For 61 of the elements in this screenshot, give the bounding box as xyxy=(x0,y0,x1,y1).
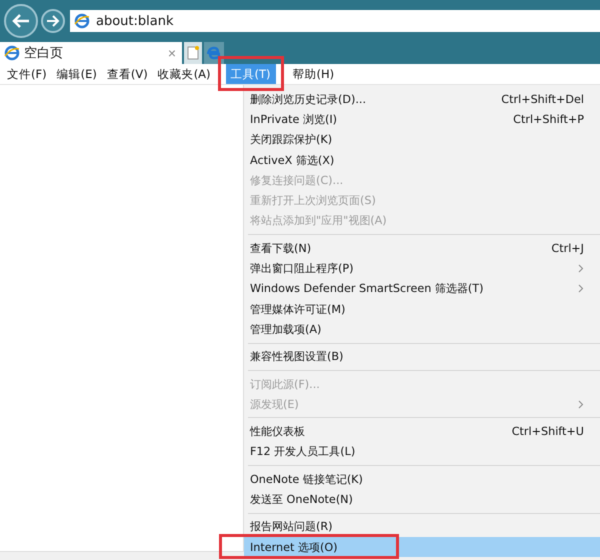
menu-item-label: 报告网站问题(R) xyxy=(250,519,333,534)
menu-item[interactable]: 关闭跟踪保护(K) xyxy=(244,130,600,150)
menu-item-label: Windows Defender SmartScreen 筛选器(T) xyxy=(250,281,484,296)
menu-item-label: 删除浏览历史记录(D)... xyxy=(250,92,366,107)
left-arrow-icon xyxy=(11,13,31,29)
menu-bar-item[interactable]: 文件(F) xyxy=(2,64,52,84)
menu-item-label: InPrivate 浏览(I) xyxy=(250,112,337,127)
browser-tab[interactable]: 空白页 × xyxy=(0,42,182,64)
menu-item[interactable]: 删除浏览历史记录(D)... Ctrl+Shift+Del xyxy=(244,89,600,110)
address-field[interactable]: about:blank xyxy=(70,10,600,32)
browser-logo-icon xyxy=(4,45,20,61)
menu-item[interactable]: 兼容性视图设置(B) xyxy=(244,346,600,367)
shortcut-text: Ctrl+Shift+Del xyxy=(501,92,584,106)
tab-title: 空白页 xyxy=(24,45,64,62)
menu-item[interactable]: 发送至 OneNote(N) xyxy=(244,489,600,510)
menu-item[interactable]: 报告网站问题(R) xyxy=(244,516,600,537)
menu-bar-item[interactable]: 查看(V) xyxy=(102,64,153,84)
shortcut-text: Ctrl+Shift+P xyxy=(513,112,584,126)
shortcut-text: Ctrl+Shift+U xyxy=(512,425,584,438)
menu-bar-item[interactable]: 帮助(H) xyxy=(288,64,340,84)
menu-item[interactable]: ActiveX 筛选(X) xyxy=(244,150,600,170)
menu-item-label: 管理加载项(A) xyxy=(250,322,322,337)
page-icon xyxy=(187,46,199,60)
menu-item-label: 订阅此源(F)... xyxy=(250,376,320,392)
menu-item[interactable]: 性能仪表板 Ctrl+Shift+U xyxy=(244,421,600,442)
menu-bar-item[interactable]: 编辑(E) xyxy=(52,64,102,84)
menu-item[interactable]: OneNote 链接笔记(K) xyxy=(244,469,600,490)
shortcut-text: Ctrl+J xyxy=(551,242,584,255)
menu-item-label: 关闭跟踪保护(K) xyxy=(250,132,332,148)
menu-item-label: 弹出窗口阻止程序(P) xyxy=(250,261,354,276)
back-button[interactable] xyxy=(4,4,38,38)
menu-item[interactable]: F12 开发人员工具(L) xyxy=(244,442,600,462)
menu-item-label: Internet 选项(O) xyxy=(250,540,338,555)
menu-item[interactable]: Internet 选项(O) xyxy=(244,536,600,558)
menu-item[interactable]: Windows Defender SmartScreen 筛选器(T) xyxy=(244,278,600,299)
menu-item-label: 兼容性视图设置(B) xyxy=(250,349,344,364)
menu-item-label: 将站点添加到"应用"视图(A) xyxy=(250,213,387,228)
menu-item-label: 源发现(E) xyxy=(250,396,299,412)
menu-item-label: 发送至 OneNote(N) xyxy=(250,492,353,507)
menu-item-label: 查看下载(N) xyxy=(250,240,312,256)
menu-item[interactable]: 管理加载项(A) xyxy=(244,319,600,340)
menu-item-label: 重新打开上次浏览页面(S) xyxy=(250,193,376,208)
menu-item-label: 管理媒体许可证(M) xyxy=(250,302,346,317)
menu-item-label: ActiveX 筛选(X) xyxy=(250,152,334,168)
menu-item-label: 性能仪表板 xyxy=(250,424,305,440)
close-tab-button[interactable]: × xyxy=(166,45,178,61)
menu-item[interactable]: InPrivate 浏览(I) Ctrl+Shift+P xyxy=(244,109,600,130)
forward-button[interactable] xyxy=(41,9,65,33)
menu-item[interactable]: 查看下载(N) Ctrl+J xyxy=(244,238,600,258)
menu-item-label: F12 开发人员工具(L) xyxy=(250,444,356,460)
browser-logo-icon xyxy=(74,13,90,29)
menu-item-label: 修复连接问题(C)... xyxy=(250,172,344,188)
browser-logo-icon xyxy=(206,45,222,61)
menu-item-label: OneNote 链接笔记(K) xyxy=(250,472,363,487)
menu-item[interactable]: 管理媒体许可证(M) xyxy=(244,298,600,320)
right-arrow-icon xyxy=(46,15,60,27)
highlight-frame xyxy=(218,56,284,91)
url-text: about:blank xyxy=(96,14,174,28)
new-tab-button[interactable] xyxy=(184,42,202,64)
menu-item[interactable]: 弹出窗口阻止程序(P) xyxy=(244,258,600,279)
menu-bar-item[interactable]: 收藏夹(A) xyxy=(152,64,216,84)
